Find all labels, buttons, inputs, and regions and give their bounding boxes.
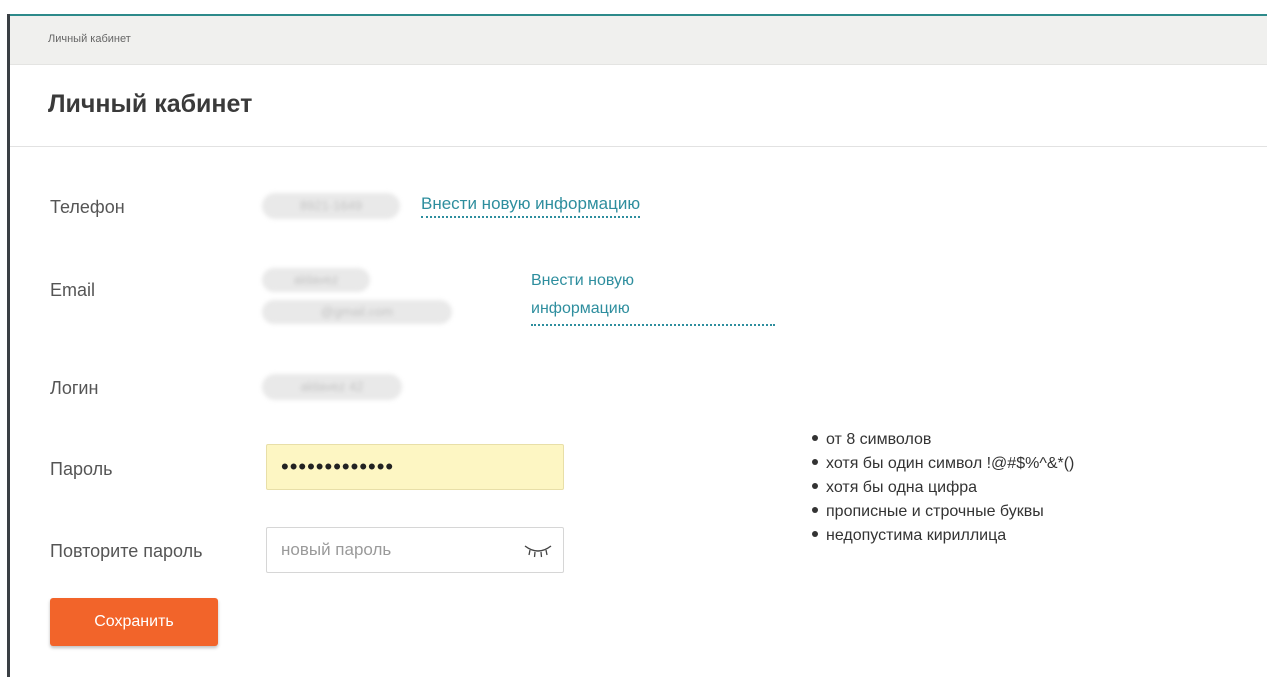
email-edit-link-underline [531, 324, 775, 326]
password-value: ••••••••••••• [281, 454, 395, 479]
password-rule: прописные и строчные буквы [812, 500, 1074, 524]
password-rule: от 8 символов [812, 428, 1074, 452]
repeat-password-placeholder: новый пароль [281, 540, 392, 559]
page-title: Личный кабинет [48, 90, 253, 118]
bullet-icon [812, 434, 818, 441]
login-label: Логин [50, 378, 99, 398]
password-rule: недопустима кириллица [812, 524, 1074, 548]
phone-edit-link[interactable]: Внести новую информацию [421, 192, 641, 218]
password-rule: хотя бы одна цифра [812, 476, 1074, 500]
repeat-password-label: Повторите пароль [50, 541, 203, 561]
bullet-icon [812, 530, 818, 537]
email-value-blurred-line2: @gmail.com [262, 300, 452, 324]
email-value-blurred-line1: aldavez [262, 268, 370, 292]
bullet-icon [812, 506, 818, 513]
bullet-icon [812, 458, 818, 465]
email-edit-link-line1: Внести новую [531, 272, 634, 289]
email-edit-link-line2: информацию [531, 300, 630, 317]
password-rule: хотя бы один символ !@#$%^&*() [812, 452, 1074, 476]
phone-value-blurred: 8921-1649 [262, 193, 400, 219]
email-edit-link[interactable]: Внести новую информацию [531, 270, 775, 328]
bullet-icon [812, 482, 818, 489]
email-label: Email [50, 280, 96, 300]
breadcrumb[interactable]: Личный кабинет [48, 33, 131, 45]
eye-closed-icon[interactable] [523, 542, 553, 558]
password-input[interactable]: ••••••••••••• [266, 444, 564, 490]
phone-label: Телефон [50, 197, 125, 217]
save-button[interactable]: Сохранить [50, 598, 218, 646]
repeat-password-input[interactable]: новый пароль [266, 527, 564, 573]
window-frame-left [7, 14, 10, 677]
breadcrumb-bar: Личный кабинет [10, 16, 1267, 65]
password-rules-list: от 8 символов хотя бы один символ !@#$%^… [812, 428, 1074, 548]
password-label: Пароль [50, 459, 113, 479]
divider [10, 146, 1267, 147]
login-value-blurred: aldavez 42 [262, 374, 402, 400]
